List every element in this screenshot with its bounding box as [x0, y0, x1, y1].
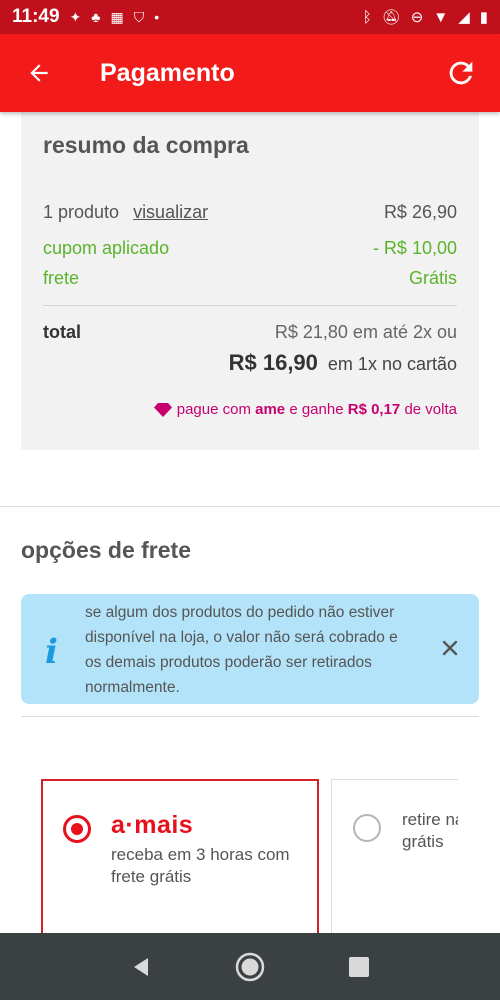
info-banner: i se algum dos produtos do pedido não es…: [21, 594, 479, 704]
section-divider: [0, 506, 500, 507]
back-button[interactable]: [0, 34, 78, 112]
status-notification-icons: ✦ ♣ ▦ ⛉ •: [70, 9, 160, 26]
view-products-link[interactable]: visualizar: [133, 202, 208, 223]
products-row: 1 produto visualizar R$ 26,90: [43, 202, 457, 223]
status-time: 11:49: [12, 6, 60, 27]
options-divider: [21, 716, 479, 717]
page-title: Pagamento: [100, 58, 235, 87]
option-description: receba em 3 horas com frete grátis: [111, 845, 290, 886]
status-bar: 11:49 ✦ ♣ ▦ ⛉ • ᛒ 🔕︎ ⊖ ▼ ◢ ▮: [0, 0, 500, 34]
coupon-value: - R$ 10,00: [372, 238, 457, 258]
products-label: 1 produto: [43, 202, 120, 222]
summary-divider: [43, 305, 457, 306]
dot-icon: •: [154, 9, 160, 25]
info-icon: i: [45, 632, 58, 672]
option-description: retire na loja com frete grátis: [402, 809, 458, 853]
shield-icon: ⛉: [133, 8, 145, 25]
shipping-label: frete: [43, 268, 80, 288]
ame-cashback-line: pague com ame e ganhe R$ 0,17 de volta: [153, 401, 457, 418]
refresh-button[interactable]: [422, 34, 500, 112]
ame-brand: ame: [255, 401, 286, 418]
dnd-icon: ⊖: [410, 9, 424, 26]
single-payment-amount: R$ 16,90: [228, 350, 318, 375]
nav-home-icon: [235, 952, 265, 981]
nav-recents-button[interactable]: [348, 956, 370, 978]
bluetooth-icon: ᛒ: [362, 8, 372, 26]
notification-app-icon: ▦: [110, 8, 124, 25]
notification-app-icon: ✦: [69, 8, 82, 25]
nav-home-button[interactable]: [234, 951, 266, 983]
nav-back-button[interactable]: [130, 956, 152, 978]
back-arrow-icon: [30, 64, 48, 82]
mute-icon: 🔕︎: [381, 9, 401, 26]
shipping-options-title: opções de frete: [21, 537, 191, 563]
shipping-row: frete Grátis: [43, 268, 457, 289]
ame-prefix: pague com: [176, 401, 251, 418]
diamond-icon: [153, 402, 172, 417]
nav-recents-icon: [349, 956, 369, 977]
ame-cashback-value: R$ 0,17: [347, 401, 401, 418]
shipping-value: Grátis: [408, 268, 457, 288]
ame-suffix: de volta: [404, 401, 457, 418]
shipping-option-store-pickup[interactable]: retire na loja com frete grátis: [331, 779, 458, 939]
coupon-row: cupom aplicado - R$ 10,00: [43, 238, 457, 259]
products-value: R$ 26,90: [383, 202, 457, 222]
single-payment-line: R$ 16,90 em 1x no cartão: [229, 350, 457, 376]
nav-back-icon: [134, 957, 148, 976]
coupon-label: cupom aplicado: [43, 238, 170, 258]
radio-selected[interactable]: [63, 815, 91, 843]
notification-app-icon: ♣: [91, 9, 101, 25]
info-text: se algum dos produtos do pedido não esti…: [85, 604, 398, 696]
close-icon[interactable]: [439, 637, 461, 659]
purchase-summary-card: resumo da compra 1 produto visualizar R$…: [21, 112, 479, 450]
battery-icon: ▮: [479, 9, 488, 26]
wifi-icon: ▼: [433, 8, 449, 26]
app-bar: Pagamento: [0, 34, 500, 112]
total-label: total: [43, 322, 81, 342]
store-pickup-text: retire na loja com frete grátis: [402, 810, 458, 851]
signal-icon: ◢: [458, 9, 470, 26]
single-payment-text: em 1x no cartão: [327, 354, 457, 374]
refresh-icon: [449, 61, 473, 85]
installments-text: R$ 21,80 em até 2x ou: [274, 322, 457, 342]
summary-title: resumo da compra: [43, 132, 249, 158]
shipping-option-ame[interactable]: a·mais receba em 3 horas com frete gráti…: [41, 779, 319, 939]
ame-middle: e ganhe: [289, 401, 344, 418]
system-nav-bar: [0, 933, 500, 1000]
status-system-icons: ᛒ 🔕︎ ⊖ ▼ ◢ ▮: [362, 8, 488, 27]
ame-logo: a·mais: [111, 811, 194, 839]
radio-unselected[interactable]: [353, 814, 381, 842]
